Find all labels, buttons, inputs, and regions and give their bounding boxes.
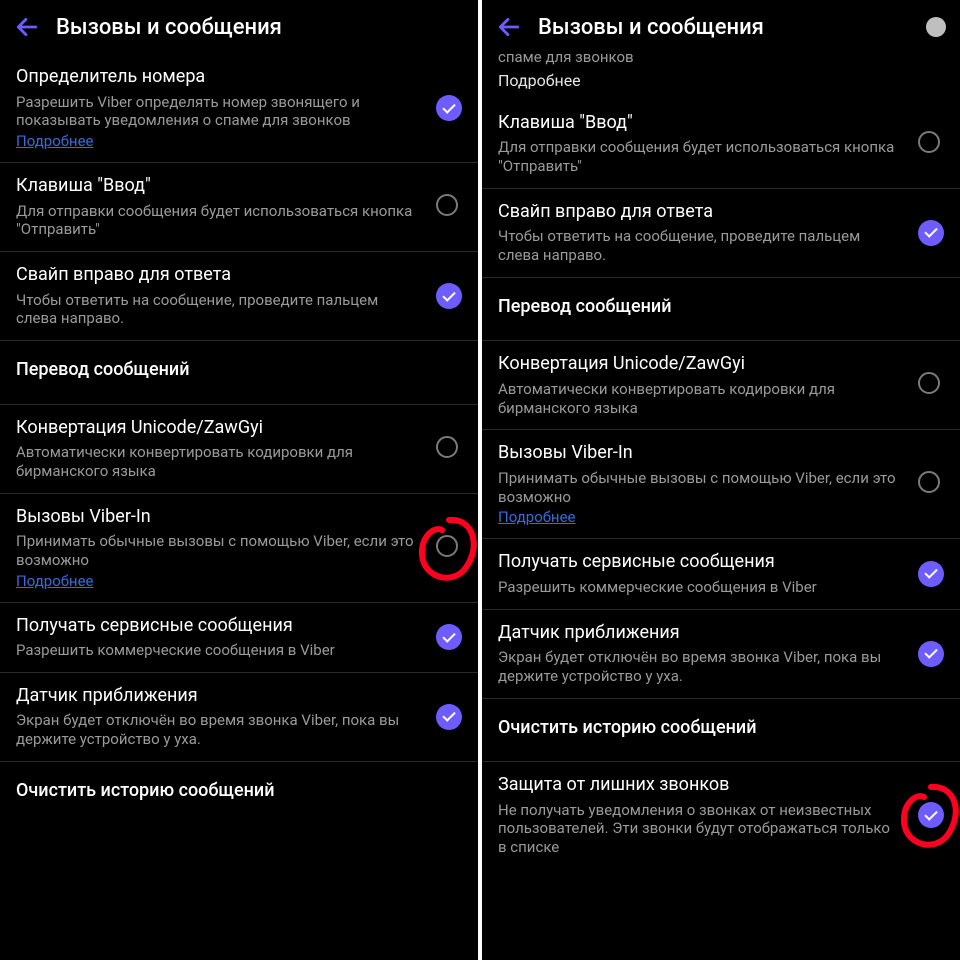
row-title: Датчик приближения	[498, 622, 900, 645]
section-header[interactable]: Перевод сообщений	[482, 277, 960, 341]
row-description: Для отправки сообщения будет использоват…	[498, 138, 900, 176]
circle-outline-icon	[436, 194, 458, 216]
circle-outline-icon	[436, 436, 458, 458]
settings-list[interactable]: Определитель номера Разрешить Viber опред…	[0, 54, 478, 960]
back-arrow-icon[interactable]	[496, 14, 522, 40]
row-title: Датчик приближения	[16, 685, 418, 708]
toggle-on[interactable]	[436, 95, 462, 121]
row-title: Конвертация Unicode/ZawGyi	[498, 353, 900, 376]
more-link[interactable]: Подробнее	[498, 71, 581, 90]
toggle-on[interactable]	[436, 704, 462, 730]
settings-row[interactable]: Свайп вправо для ответа Чтобы ответить на…	[0, 251, 478, 340]
row-title: Определитель номера	[16, 66, 418, 89]
row-description: Чтобы ответить на сообщение, проведите п…	[16, 291, 418, 329]
screen-title: Вызовы и сообщения	[56, 15, 282, 40]
check-circle-icon	[436, 704, 462, 730]
appbar: Вызовы и сообщения	[482, 0, 960, 54]
toggle-off[interactable]	[918, 471, 944, 497]
canvas: Вызовы и сообщения Определитель номера Ра…	[0, 0, 960, 960]
row-description: Разрешить коммерческие сообщения в Viber	[498, 578, 900, 597]
settings-row[interactable]: Свайп вправо для ответа Чтобы ответить на…	[482, 188, 960, 277]
row-title: Очистить историю сообщений	[498, 717, 900, 740]
row-description: Автоматически конвертировать кодировки д…	[16, 443, 418, 481]
settings-row[interactable]: Защита от лишних звонков Не получать увед…	[482, 761, 960, 869]
screen-title: Вызовы и сообщения	[538, 15, 764, 40]
circle-outline-icon	[918, 131, 940, 153]
toggle-on[interactable]	[918, 802, 944, 828]
section-header[interactable]: Очистить историю сообщений	[482, 698, 960, 762]
row-title: Клавиша "Ввод"	[16, 175, 418, 198]
settings-row[interactable]: Датчик приближения Экран будет отключён в…	[482, 609, 960, 698]
circle-outline-icon	[436, 535, 458, 557]
row-title: Перевод сообщений	[498, 296, 900, 319]
row-description: Не получать уведомления о звонках от неи…	[498, 801, 900, 857]
row-title: Вызовы Viber-In	[498, 442, 900, 465]
toggle-on[interactable]	[918, 220, 944, 246]
row-description: Автоматически конвертировать кодировки д…	[498, 380, 900, 418]
settings-list[interactable]: Клавиша "Ввод" Для отправки сообщения буд…	[482, 100, 960, 960]
settings-row[interactable]: Определитель номера Разрешить Viber опред…	[0, 54, 478, 162]
settings-row[interactable]: Конвертация Unicode/ZawGyi Автоматически …	[0, 404, 478, 493]
cutoff-previous-item-desc: спаме для звонков	[482, 48, 960, 67]
row-description: Принимать обычные вызовы с помощью Viber…	[498, 469, 900, 507]
circle-outline-icon	[918, 372, 940, 394]
settings-row[interactable]: Вызовы Viber-In Принимать обычные вызовы …	[482, 429, 960, 538]
toggle-on[interactable]	[918, 561, 944, 587]
back-arrow-icon[interactable]	[14, 14, 40, 40]
check-circle-icon	[918, 802, 944, 828]
settings-row[interactable]: Клавиша "Ввод" Для отправки сообщения буд…	[482, 100, 960, 188]
more-link[interactable]: Подробнее	[16, 572, 94, 590]
row-title: Очистить историю сообщений	[16, 780, 418, 803]
row-description: Разрешить коммерческие сообщения в Viber	[16, 641, 418, 660]
toggle-off[interactable]	[918, 372, 944, 398]
settings-row[interactable]: Датчик приближения Экран будет отключён в…	[0, 672, 478, 761]
settings-row[interactable]: Конвертация Unicode/ZawGyi Автоматически …	[482, 340, 960, 429]
section-header[interactable]: Перевод сообщений	[0, 340, 478, 404]
row-title: Защита от лишних звонков	[498, 774, 900, 797]
row-title: Вызовы Viber-In	[16, 506, 418, 529]
settings-row[interactable]: Вызовы Viber-In Принимать обычные вызовы …	[0, 493, 478, 602]
touch-indicator-icon	[926, 17, 946, 37]
more-link[interactable]: Подробнее	[16, 132, 94, 150]
check-circle-icon	[918, 220, 944, 246]
circle-outline-icon	[918, 471, 940, 493]
row-title: Получать сервисные сообщения	[498, 551, 900, 574]
more-link[interactable]: Подробнее	[498, 508, 576, 526]
toggle-on[interactable]	[436, 283, 462, 309]
row-title: Получать сервисные сообщения	[16, 615, 418, 638]
settings-row[interactable]: Получать сервисные сообщения Разрешить ко…	[0, 602, 478, 672]
settings-row[interactable]: Получать сервисные сообщения Разрешить ко…	[482, 538, 960, 608]
check-circle-icon	[436, 95, 462, 121]
row-title: Перевод сообщений	[16, 359, 418, 382]
row-description: Для отправки сообщения будет использоват…	[16, 202, 418, 240]
settings-row[interactable]: Клавиша "Ввод" Для отправки сообщения буд…	[0, 162, 478, 251]
row-description: Экран будет отключён во время звонка Vib…	[498, 648, 900, 686]
row-description: Чтобы ответить на сообщение, проведите п…	[498, 227, 900, 265]
row-description: Принимать обычные вызовы с помощью Viber…	[16, 532, 418, 570]
appbar: Вызовы и сообщения	[0, 0, 478, 54]
toggle-off[interactable]	[436, 535, 462, 561]
toggle-off[interactable]	[918, 131, 944, 157]
toggle-off[interactable]	[436, 436, 462, 462]
check-circle-icon	[918, 641, 944, 667]
row-title: Клавиша "Ввод"	[498, 112, 900, 135]
row-description: Экран будет отключён во время звонка Vib…	[16, 711, 418, 749]
check-circle-icon	[436, 283, 462, 309]
check-circle-icon	[918, 561, 944, 587]
check-circle-icon	[436, 624, 462, 650]
toggle-off[interactable]	[436, 194, 462, 220]
toggle-on[interactable]	[436, 624, 462, 650]
section-header[interactable]: Очистить историю сообщений	[0, 761, 478, 825]
toggle-on[interactable]	[918, 641, 944, 667]
row-title: Свайп вправо для ответа	[498, 201, 900, 224]
row-title: Конвертация Unicode/ZawGyi	[16, 417, 418, 440]
phone-right: Вызовы и сообщения спаме для звонков Под…	[482, 0, 960, 960]
phone-left: Вызовы и сообщения Определитель номера Ра…	[0, 0, 478, 960]
row-title: Свайп вправо для ответа	[16, 264, 418, 287]
row-description: Разрешить Viber определять номер звоняще…	[16, 93, 418, 131]
